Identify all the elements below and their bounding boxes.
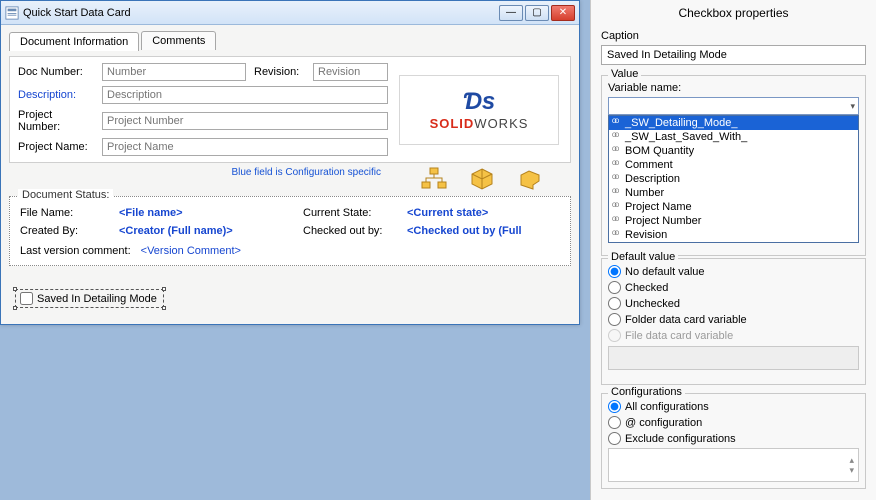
dropdown-option[interactable]: Project Number (609, 214, 858, 228)
dropdown-option[interactable]: BOM Quantity (609, 144, 858, 158)
updown-icon: ▴▾ (849, 455, 854, 475)
radio-all-config-label: All configurations (625, 401, 709, 413)
document-status-legend: Document Status: (18, 189, 113, 201)
last-version-label: Last version comment: (20, 245, 131, 257)
configurations-fieldset: Configurations All configurations @ conf… (601, 393, 866, 489)
radio-checked[interactable] (608, 281, 621, 294)
radio-no-default-label: No default value (625, 266, 705, 278)
document-status-group: Document Status: File Name: <File name> … (9, 196, 571, 266)
dropdown-option[interactable]: _SW_Detailing_Mode_ (609, 116, 858, 130)
current-state-value: <Current state> (407, 207, 560, 219)
titlebar[interactable]: Quick Start Data Card — ▢ ✕ (1, 1, 579, 25)
dropdown-option[interactable]: Comment (609, 158, 858, 172)
dropdown-option[interactable]: _SW_Last_Saved_With_ (609, 130, 858, 144)
radio-file-var-label: File data card variable (625, 330, 733, 342)
radio-unchecked-label: Unchecked (625, 298, 680, 310)
radio-folder-var-label: Folder data card variable (625, 314, 747, 326)
chevron-down-icon: ▾ (850, 101, 855, 112)
logo-text-a: SOLID (430, 116, 475, 131)
description-label: Description: (16, 89, 96, 101)
doc-number-input[interactable] (102, 63, 246, 81)
tab-comments[interactable]: Comments (141, 31, 216, 50)
part-icon[interactable] (517, 167, 543, 191)
data-card-window: Quick Start Data Card — ▢ ✕ Document Inf… (0, 0, 580, 325)
dropdown-option[interactable]: Number (609, 186, 858, 200)
default-value-extra-box (608, 346, 859, 370)
value-fieldset: Value Variable name: ▾ _SW_Detailing_Mod… (601, 75, 866, 256)
saved-detailing-checkbox[interactable] (20, 292, 33, 305)
caption-input[interactable] (601, 45, 866, 65)
default-value-legend: Default value (608, 251, 678, 263)
file-name-value: <File name> (119, 207, 299, 219)
close-button[interactable]: ✕ (551, 5, 575, 21)
variable-name-combo[interactable]: ▾ _SW_Detailing_Mode_ _SW_Last_Saved_Wit… (608, 97, 859, 115)
default-value-fieldset: Default value No default value Checked U… (601, 258, 866, 385)
properties-panel: Checkbox properties Caption Value Variab… (590, 0, 876, 500)
properties-title: Checkbox properties (601, 6, 866, 20)
radio-no-default[interactable] (608, 265, 621, 278)
config-list-box[interactable]: ▴▾ (608, 448, 859, 482)
doc-number-label: Doc Number: (16, 66, 96, 78)
radio-unchecked[interactable] (608, 297, 621, 310)
radio-file-var (608, 329, 621, 342)
dropdown-option[interactable]: Description (609, 172, 858, 186)
revision-input[interactable] (313, 63, 388, 81)
dropdown-option[interactable]: Revision (609, 228, 858, 242)
created-by-value: <Creator (Full name)> (119, 225, 299, 237)
form-icon (5, 6, 19, 20)
configurations-legend: Configurations (608, 386, 685, 398)
tabs: Document Information Comments (9, 31, 571, 50)
window-body: Document Information Comments Doc Number… (1, 25, 579, 324)
cube-icon[interactable] (469, 167, 495, 191)
project-number-label: Project Number: (16, 109, 96, 133)
description-input[interactable] (102, 86, 388, 104)
radio-at-config-label: @ configuration (625, 417, 702, 429)
ds-mark: Ɗs (463, 88, 495, 116)
form-panel: Doc Number: Revision: Ɗs SOLIDWORKS Desc… (9, 56, 571, 163)
revision-label: Revision: (252, 66, 307, 78)
blue-field-note: Blue field is Configuration specific (9, 167, 381, 178)
created-by-label: Created By: (20, 225, 115, 237)
radio-all-config[interactable] (608, 400, 621, 413)
variable-name-label: Variable name: (608, 82, 859, 94)
radio-exclude-config-label: Exclude configurations (625, 433, 736, 445)
solidworks-logo: Ɗs SOLIDWORKS (399, 75, 559, 145)
tree-icon[interactable] (421, 167, 447, 191)
value-legend: Value (608, 68, 641, 80)
radio-folder-var[interactable] (608, 313, 621, 326)
project-number-input[interactable] (102, 112, 388, 130)
checked-out-value: <Checked out by (Full (407, 225, 560, 237)
logo-text-b: WORKS (474, 116, 528, 131)
window-title: Quick Start Data Card (23, 7, 499, 19)
radio-at-config[interactable] (608, 416, 621, 429)
minimize-button[interactable]: — (499, 5, 523, 21)
current-state-label: Current State: (303, 207, 403, 219)
project-name-input[interactable] (102, 138, 388, 156)
maximize-button[interactable]: ▢ (525, 5, 549, 21)
saved-detailing-label: Saved In Detailing Mode (37, 293, 157, 305)
caption-label: Caption (601, 30, 866, 42)
checked-out-label: Checked out by: (303, 225, 403, 237)
tab-document-information[interactable]: Document Information (9, 32, 139, 51)
radio-exclude-config[interactable] (608, 432, 621, 445)
logo-cell: Ɗs SOLIDWORKS (394, 73, 564, 147)
project-name-label: Project Name: (16, 141, 96, 153)
canvas-area: Quick Start Data Card — ▢ ✕ Document Inf… (0, 0, 590, 500)
last-version-value: <Version Comment> (141, 245, 241, 257)
icon-row (421, 167, 543, 191)
variable-name-dropdown: _SW_Detailing_Mode_ _SW_Last_Saved_With_… (608, 115, 859, 243)
file-name-label: File Name: (20, 207, 115, 219)
radio-checked-label: Checked (625, 282, 668, 294)
dropdown-option[interactable]: Project Name (609, 200, 858, 214)
footer-checkbox-designer[interactable]: Saved In Detailing Mode (15, 289, 164, 308)
